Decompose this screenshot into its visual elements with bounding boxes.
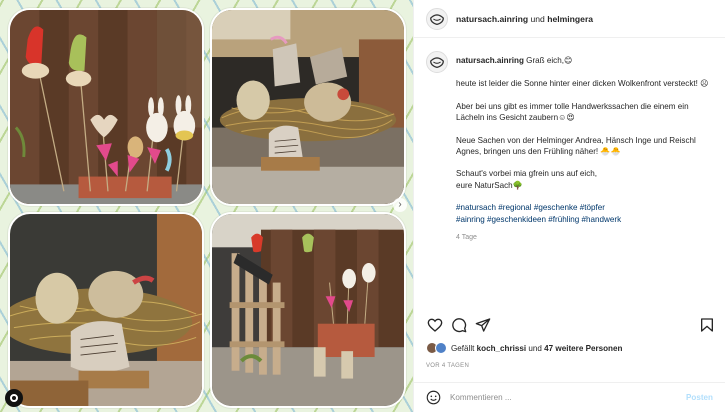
collaborator-username[interactable]: helmingera [547, 14, 593, 24]
caption-author[interactable]: natursach.ainring [456, 56, 524, 65]
smiley-icon [426, 390, 441, 405]
likes-middle: und [528, 343, 542, 353]
liker-username[interactable]: koch_chrissi [477, 344, 527, 353]
photo-ceramic-nest [210, 8, 406, 206]
comment-input[interactable] [450, 393, 686, 402]
caption-paragraph-3: Neue Sachen von der Helminger Andrea, Hä… [456, 135, 696, 157]
photo-garden-stakes [8, 8, 204, 206]
other-likers-link[interactable]: 47 weitere Personen [544, 344, 622, 353]
photo-shop-entrance [210, 212, 406, 408]
bookmark-icon [701, 318, 713, 332]
caption-area: natursach.ainring Graß eich,😊 heute ist … [414, 39, 725, 309]
post-comment-button[interactable]: Posten [686, 393, 713, 402]
caption-paragraph-4-line-1: Schaut's vorbei mia gfrein uns auf eich, [456, 169, 598, 179]
likes-prefix: Gefällt [451, 343, 475, 353]
caption-paragraph-4-line-2: eure NaturSach🌳 [456, 180, 523, 190]
like-button[interactable] [426, 316, 444, 334]
post-media-collage[interactable]: › [0, 0, 413, 412]
comment-button[interactable] [450, 316, 468, 334]
instagram-post: › natursach.ainring und helmingera natur… [0, 0, 725, 412]
action-bar [426, 316, 716, 336]
liker-avatar[interactable] [435, 342, 447, 354]
save-button[interactable] [698, 316, 716, 334]
header-joiner: und [530, 13, 545, 24]
photo-nest-closeup [8, 212, 204, 408]
avatar[interactable] [426, 7, 448, 30]
caption-first-line: Graß eich,😊 [526, 56, 573, 65]
share-button[interactable] [474, 316, 492, 334]
caption-paragraph-2: Aber bei uns gibt es immer tolle Handwer… [456, 101, 689, 123]
caption-timestamp[interactable]: 4 Tage [456, 232, 713, 243]
heart-icon [427, 318, 443, 332]
caption-paragraph-1: heute ist leider die Sonne hinter einer … [456, 79, 709, 89]
likes-summary: Gefällt koch_chrissi und 47 weitere Pers… [426, 342, 622, 354]
paper-plane-icon [475, 318, 491, 332]
emoji-button[interactable] [426, 390, 441, 405]
hashtags-line-2[interactable]: #ainring #geschenkideen #frühling #handw… [456, 215, 621, 224]
post-date[interactable]: VOR 4 TAGEN [426, 363, 469, 369]
post-side-panel: natursach.ainring und helmingera natursa… [413, 0, 725, 412]
hashtags-line-1[interactable]: #natursach #regional #geschenke #töpfer [456, 203, 605, 212]
caption-text: natursach.ainring Graß eich,😊 heute ist … [456, 51, 713, 243]
caption-avatar[interactable] [426, 51, 448, 73]
post-header: natursach.ainring und helmingera [414, 0, 725, 38]
chevron-right-icon[interactable]: › [393, 198, 407, 212]
comment-composer: Posten [414, 382, 725, 412]
comment-icon [452, 318, 467, 333]
account-username[interactable]: natursach.ainring [456, 14, 528, 24]
tagged-users-icon[interactable] [5, 389, 23, 407]
